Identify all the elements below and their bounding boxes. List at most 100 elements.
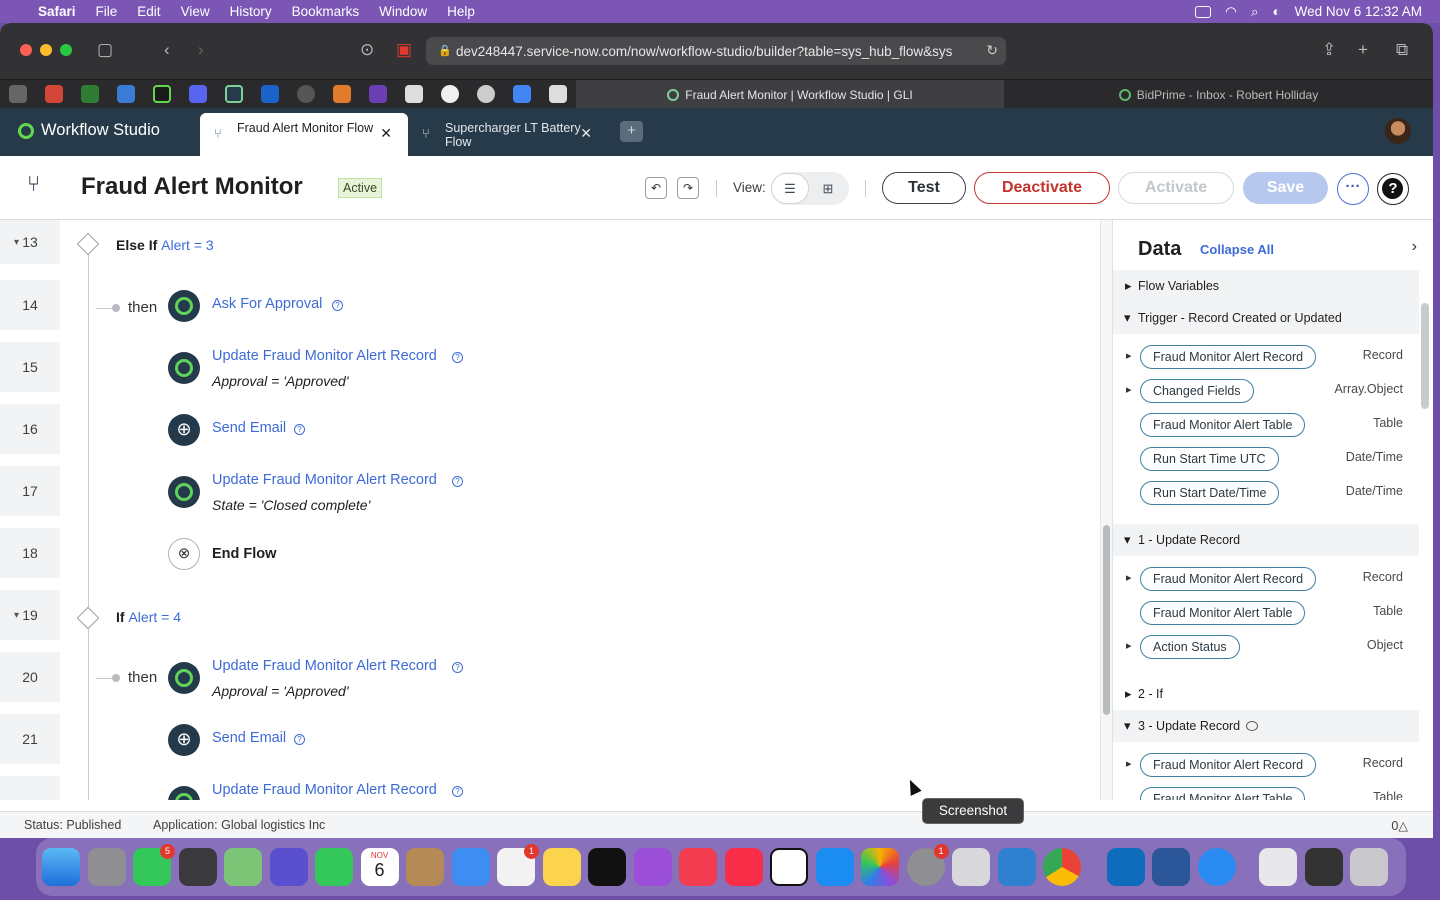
downloads-stack-icon[interactable] [1304, 848, 1343, 886]
mail-icon[interactable] [451, 848, 490, 886]
diagram-view-icon[interactable]: ⊞ [809, 173, 847, 204]
favorite-servicenow-2-icon[interactable] [225, 85, 243, 103]
info-icon[interactable]: ? [294, 424, 305, 435]
section-update-record-3[interactable]: 3 - Update Record [1113, 710, 1419, 742]
reminders-icon[interactable]: 1 [497, 844, 539, 886]
else-if-step[interactable]: Else If Alert = 3 [116, 237, 214, 253]
maps-icon[interactable] [224, 848, 262, 886]
info-icon[interactable]: ? [452, 786, 463, 797]
menu-bookmarks[interactable]: Bookmarks [292, 4, 360, 19]
data-pill[interactable]: Fraud Monitor Alert Record [1140, 345, 1317, 369]
more-options-button[interactable]: ··· [1337, 173, 1369, 205]
section-if-2[interactable]: 2 - If [1113, 678, 1419, 710]
info-icon[interactable]: ? [452, 352, 463, 363]
info-icon[interactable]: ? [452, 662, 463, 673]
step-send-email[interactable]: Send Email [212, 730, 286, 746]
spotlight-icon[interactable]: ⌕ [1251, 4, 1259, 20]
studio-tab-supercharger[interactable]: ⑂ Supercharger LT Battery Flow ✕ [408, 113, 608, 156]
expand-icon[interactable]: ▸ [1126, 757, 1132, 770]
expand-icon[interactable]: ▸ [1126, 639, 1132, 652]
scrollbar-thumb[interactable] [1103, 525, 1110, 715]
info-icon[interactable]: ? [294, 734, 305, 745]
deactivate-button[interactable]: Deactivate [974, 172, 1110, 204]
close-tab-icon[interactable]: ✕ [580, 126, 592, 140]
menubar-clock[interactable]: Wed Nov 6 12:32 AM [1295, 4, 1422, 19]
screenshot-icon[interactable] [952, 848, 990, 886]
data-pill[interactable]: Fraud Monitor Alert Record [1140, 567, 1317, 591]
control-center-icon[interactable]: ◐ [1273, 4, 1281, 19]
affinity-icon[interactable] [269, 848, 308, 886]
new-tab-icon[interactable]: + [1358, 40, 1368, 60]
expand-icon[interactable]: ▸ [1126, 571, 1132, 584]
redo-button[interactable]: ↷ [677, 177, 699, 199]
step-ask-for-approval[interactable]: Ask For Approval [212, 296, 322, 312]
safari-icon[interactable] [1197, 848, 1236, 886]
step-update-record[interactable]: Update Fraud Monitor Alert Record [212, 472, 437, 488]
github-2-icon[interactable] [477, 85, 495, 103]
document-stack-icon[interactable] [1259, 848, 1297, 886]
help-button[interactable]: ? [1377, 173, 1409, 205]
menu-file[interactable]: File [96, 4, 118, 19]
comment-icon[interactable] [1246, 721, 1259, 731]
menu-app-name[interactable]: Safari [38, 4, 76, 19]
menu-help[interactable]: Help [447, 4, 475, 19]
favorite-6-icon[interactable] [369, 85, 387, 103]
downloads-icon[interactable]: ⊙ [360, 40, 374, 60]
favorite-discord-icon[interactable] [189, 85, 207, 103]
rocket-icon[interactable] [178, 848, 217, 886]
contacts-icon[interactable] [406, 848, 444, 886]
app-store-icon[interactable] [815, 848, 854, 886]
workflow-studio-logo[interactable]: Workflow Studio [18, 121, 160, 140]
browser-tab-inactive[interactable]: BidPrime - Inbox - Robert Holliday [1004, 80, 1433, 109]
browser-tab-active[interactable]: Fraud Alert Monitor | Workflow Studio | … [576, 80, 1004, 109]
music-icon[interactable] [724, 848, 763, 886]
line-number[interactable]: 13 [0, 220, 60, 264]
apple-tv-icon[interactable] [588, 848, 626, 886]
data-pill[interactable]: Run Start Date/Time [1140, 481, 1280, 505]
favorite-2-icon[interactable] [117, 85, 135, 103]
sidebar-toggle-icon[interactable]: ▢ [97, 40, 113, 60]
list-view-icon[interactable]: ☰ [771, 173, 809, 204]
menu-edit[interactable]: Edit [137, 4, 160, 19]
step-end-flow[interactable]: End Flow [212, 546, 276, 562]
data-pill[interactable]: Fraud Monitor Alert Table [1140, 601, 1306, 625]
undo-button[interactable]: ↶ [645, 177, 667, 199]
notion-icon[interactable] [770, 848, 808, 886]
section-update-record-1[interactable]: 1 - Update Record [1113, 524, 1419, 556]
chevron-right-icon[interactable]: › [1412, 238, 1417, 256]
add-tab-button[interactable]: + [620, 121, 643, 142]
section-flow-variables[interactable]: Flow Variables [1113, 270, 1419, 302]
notes-icon[interactable] [542, 848, 581, 886]
system-settings-icon[interactable]: 1 [906, 844, 949, 886]
vscode-icon[interactable] [997, 848, 1036, 886]
info-icon[interactable]: ? [452, 476, 463, 487]
facetime-icon[interactable] [315, 848, 353, 886]
github-icon[interactable] [441, 85, 459, 103]
menu-window[interactable]: Window [379, 4, 427, 19]
forward-icon[interactable]: › [198, 40, 204, 60]
if-step[interactable]: If Alert = 4 [116, 609, 181, 625]
expand-icon[interactable]: ▸ [1126, 349, 1132, 362]
photos-icon[interactable] [861, 848, 899, 886]
finder-icon[interactable] [42, 848, 80, 886]
activate-button[interactable]: Activate [1118, 172, 1234, 204]
calendar-icon[interactable]: NOV 6 [360, 848, 399, 886]
collapse-all-link[interactable]: Collapse All [1200, 242, 1274, 257]
canvas-scrollbar[interactable] [1100, 220, 1112, 800]
favorite-8-icon[interactable] [549, 85, 567, 103]
data-pill[interactable]: Run Start Time UTC [1140, 447, 1279, 471]
minimize-window-button[interactable] [40, 44, 52, 56]
podcasts-icon[interactable] [633, 848, 672, 886]
chrome-icon[interactable] [1043, 848, 1081, 886]
line-number[interactable]: 19 [0, 590, 60, 640]
data-pill[interactable]: Fraud Monitor Alert Table [1140, 787, 1306, 800]
favorite-servicenow-icon[interactable] [153, 85, 171, 103]
data-panel-scrollbar[interactable] [1421, 303, 1429, 409]
zoom-window-button[interactable] [60, 44, 72, 56]
step-send-email[interactable]: Send Email [212, 420, 286, 436]
menu-history[interactable]: History [230, 4, 272, 19]
user-avatar[interactable] [1385, 118, 1411, 144]
favorite-w-icon[interactable] [9, 85, 27, 103]
favorite-1-icon[interactable] [81, 85, 99, 103]
favorite-gmail-icon[interactable] [45, 85, 63, 103]
